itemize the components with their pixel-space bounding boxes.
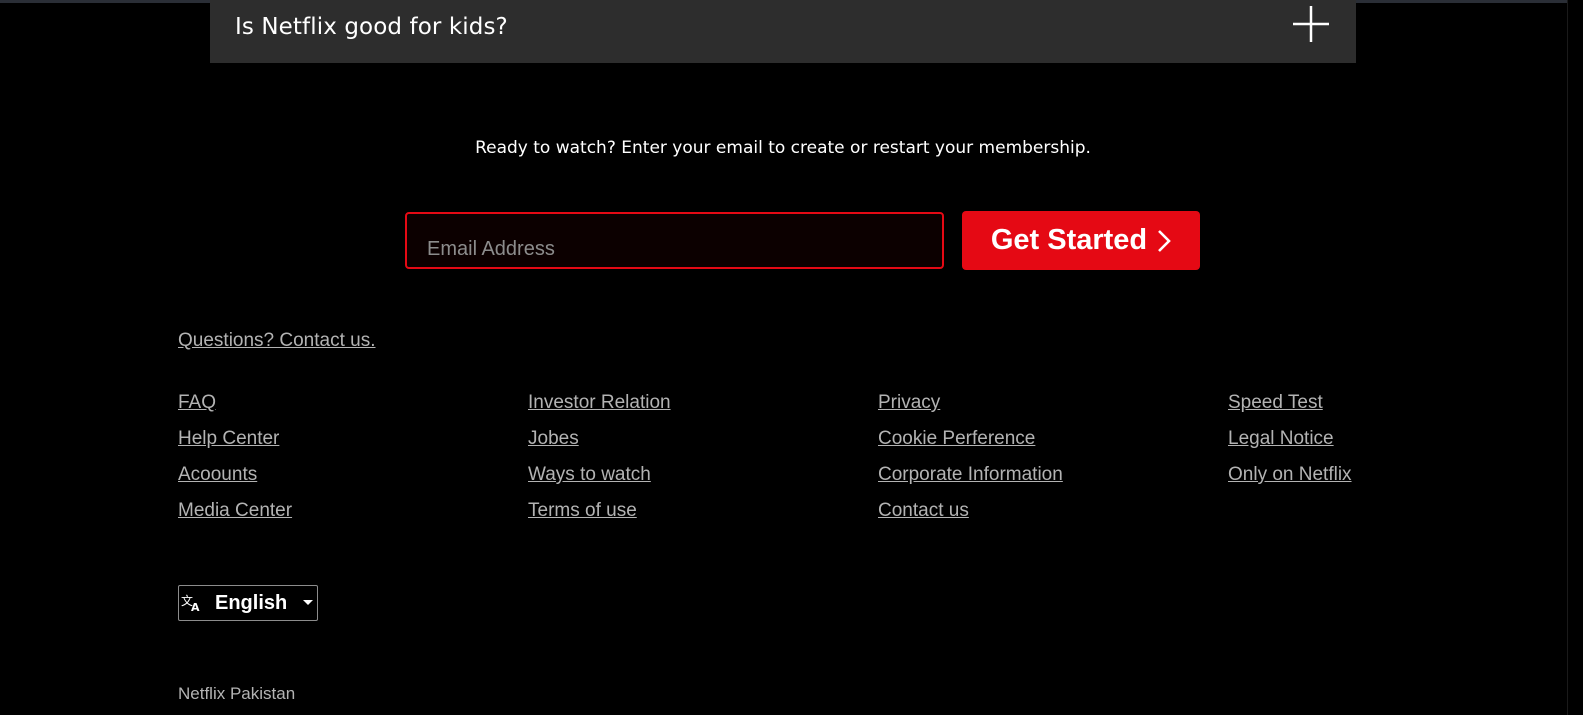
footer-link-contact-us[interactable]: Contact us (878, 499, 1063, 522)
footer-column-1: FAQ Help Center Acoounts Media Center (178, 391, 292, 522)
chevron-right-icon (1157, 229, 1171, 253)
footer-link-help-center[interactable]: Help Center (178, 427, 292, 450)
footer-link-ways-to-watch[interactable]: Ways to watch (528, 463, 671, 486)
plus-icon[interactable] (1292, 5, 1330, 43)
footer-column-3: Privacy Cookie Perference Corporate Info… (878, 391, 1063, 522)
email-field[interactable] (405, 212, 944, 269)
country-label: Netflix Pakistan (178, 684, 296, 703)
footer-link-accounts[interactable]: Acoounts (178, 463, 292, 486)
footer-link-cookie-preference[interactable]: Cookie Perference (878, 427, 1063, 450)
footer-link-only-on-netflix[interactable]: Only on Netflix (1228, 463, 1352, 486)
language-select[interactable]: 文 A English (178, 585, 318, 621)
footer-column-2: Investor Relation Jobes Ways to watch Te… (528, 391, 671, 522)
get-started-label: Get Started (990, 224, 1148, 256)
footer-column-4: Speed Test Legal Notice Only on Netflix (1228, 391, 1352, 486)
svg-text:A: A (191, 601, 200, 614)
footer-link-privacy[interactable]: Privacy (878, 391, 1063, 414)
email-signup-form: Get Started (405, 211, 1201, 270)
footer-link-terms-of-use[interactable]: Terms of use (528, 499, 671, 522)
contact-us-link[interactable]: Questions? Contact us. (178, 330, 376, 352)
page: Is Netflix good for kids? Ready to watch… (0, 0, 1583, 715)
scrollbar-track[interactable] (1567, 0, 1583, 715)
footer-link-speed-test[interactable]: Speed Test (1228, 391, 1352, 414)
footer-link-media-center[interactable]: Media Center (178, 499, 292, 522)
caret-down-icon (303, 600, 314, 606)
language-icon: 文 A (181, 592, 203, 614)
language-selected: English (215, 591, 288, 614)
footer-link-legal-notice[interactable]: Legal Notice (1228, 427, 1352, 450)
footer-link-investor-relation[interactable]: Investor Relation (528, 391, 671, 414)
faq-question: Is Netflix good for kids? (235, 13, 508, 40)
footer-link-faq[interactable]: FAQ (178, 391, 292, 414)
footer-link-jobs[interactable]: Jobes (528, 427, 671, 450)
get-started-button[interactable]: Get Started (962, 211, 1200, 270)
footer-link-corporate-information[interactable]: Corporate Information (878, 463, 1063, 486)
membership-prompt: Ready to watch? Enter your email to crea… (475, 138, 1091, 158)
faq-item[interactable]: Is Netflix good for kids? (210, 0, 1356, 63)
